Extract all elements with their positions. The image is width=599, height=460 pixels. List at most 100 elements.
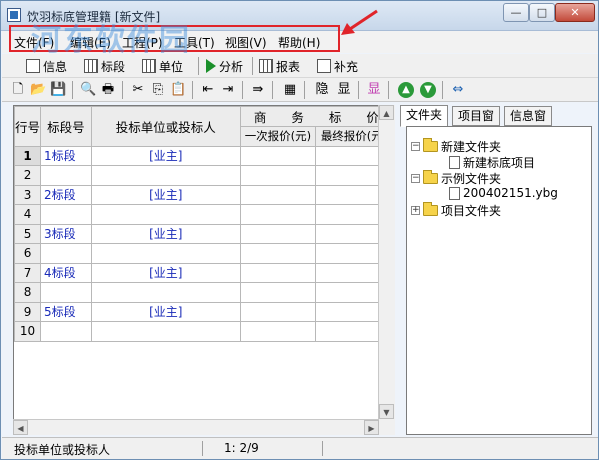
menu-project[interactable]: 工程(P) — [122, 34, 163, 51]
table-row[interactable]: 7 4标段 [业主] — [14, 262, 393, 283]
tree-item-new-project[interactable]: 新建标底项目 — [449, 154, 535, 171]
first-quote-cell[interactable] — [239, 243, 317, 264]
table-row[interactable]: 10 — [14, 321, 393, 342]
bidder-cell[interactable] — [90, 204, 241, 225]
segment-cell[interactable]: 5标段 — [40, 301, 92, 322]
menu-file[interactable]: 文件(F) — [14, 34, 54, 51]
first-quote-cell[interactable] — [239, 204, 317, 225]
table-row[interactable]: 1 1标段 [业主] — [14, 145, 393, 166]
bidder-cell[interactable] — [90, 243, 241, 264]
scroll-right-icon[interactable]: ▶ — [364, 420, 379, 435]
title-bar[interactable]: 饮羽标底管理籍 [新文件] — □ ✕ — [1, 1, 598, 31]
menu-help[interactable]: 帮助(H) — [278, 34, 320, 51]
horizontal-scrollbar[interactable]: ◀ ▶ — [13, 419, 379, 435]
status-divider — [202, 441, 203, 456]
segment-cell[interactable] — [40, 321, 92, 342]
save-icon[interactable]: 💾 — [50, 82, 66, 98]
segment-cell[interactable]: 1标段 — [40, 145, 92, 166]
show-button[interactable]: 显 — [336, 82, 352, 98]
first-quote-cell[interactable] — [239, 321, 317, 342]
menu-tools[interactable]: 工具(T) — [174, 34, 215, 51]
tree-folder-sample[interactable]: − 示例文件夹 — [411, 170, 501, 187]
analysis-label: 分析 — [219, 59, 244, 74]
tab-folders[interactable]: 文件夹 — [400, 105, 449, 127]
table-row[interactable]: 4 — [14, 204, 393, 225]
tree-folder-new[interactable]: − 新建文件夹 — [411, 138, 501, 155]
close-button[interactable]: ✕ — [555, 3, 595, 22]
first-quote-cell[interactable] — [239, 282, 317, 303]
maximize-button[interactable]: □ — [529, 3, 555, 22]
tree-item-sample-file[interactable]: 200402151.ybg — [449, 186, 558, 200]
cut-icon[interactable]: ✂ — [130, 82, 146, 98]
first-quote-cell[interactable] — [239, 145, 317, 166]
segment-cell[interactable] — [40, 243, 92, 264]
table-row[interactable]: 2 — [14, 165, 393, 186]
segment-cell[interactable] — [40, 282, 92, 303]
bidder-cell[interactable] — [90, 321, 241, 342]
hide-button[interactable]: 隐 — [314, 82, 330, 98]
show-all-button[interactable]: 显 — [366, 82, 382, 98]
paste-icon[interactable]: 📋 — [170, 82, 186, 98]
first-quote-cell[interactable] — [239, 184, 317, 205]
bidder-cell[interactable] — [90, 165, 241, 186]
table-row[interactable]: 6 — [14, 243, 393, 264]
report-button[interactable]: 报表 — [259, 57, 300, 75]
analysis-button[interactable]: 分析 — [206, 57, 243, 75]
segment-cell[interactable]: 3标段 — [40, 223, 92, 244]
expand-icon[interactable]: + — [411, 206, 420, 215]
menu-view[interactable]: 视图(V) — [225, 34, 267, 51]
scroll-up-icon[interactable]: ▲ — [379, 105, 394, 120]
swap-icon[interactable]: ⇔ — [450, 82, 466, 98]
print-icon[interactable]: 🖶 — [100, 82, 116, 98]
calculator-icon[interactable]: ▦ — [282, 82, 298, 98]
tree-folder-projects[interactable]: + 项目文件夹 — [411, 202, 501, 219]
bidder-cell[interactable] — [90, 282, 241, 303]
delete-row-icon[interactable]: ⇥ — [220, 82, 236, 98]
bidder-cell[interactable]: [业主] — [90, 184, 241, 205]
table-row[interactable]: 5 3标段 [业主] — [14, 223, 393, 244]
folder-icon — [423, 202, 438, 216]
tab-info[interactable]: 信息窗 — [504, 106, 553, 126]
open-folder-icon[interactable]: 📂 — [30, 82, 46, 98]
info-button[interactable]: 信息 — [26, 57, 67, 75]
scroll-left-icon[interactable]: ◀ — [13, 420, 28, 435]
first-quote-cell[interactable] — [239, 262, 317, 283]
menu-edit[interactable]: 编辑(E) — [70, 34, 111, 51]
report-label: 报表 — [276, 59, 301, 74]
down-arrow-icon[interactable]: ▼ — [420, 82, 436, 98]
edit-toolbar: 🗋 📂 💾 🔍 🖶 ✂ ⎘ 📋 ⇤ ⇥ ⇛ ▦ 隐 显 显 ▲ ▼ ⇔ — [2, 78, 598, 102]
table-row[interactable]: 3 2标段 [业主] — [14, 184, 393, 205]
collapse-icon[interactable]: − — [411, 174, 420, 183]
new-file-icon[interactable]: 🗋 — [10, 82, 26, 98]
bid-grid[interactable]: 行号 标段号 投标单位或投标人 商 务 标 价 一次报价(元) 最终报价(元) … — [13, 105, 394, 435]
table-row[interactable]: 9 5标段 [业主] — [14, 301, 393, 322]
minimize-button[interactable]: — — [503, 3, 529, 22]
segment-button[interactable]: 标段 — [84, 57, 125, 75]
unit-button[interactable]: 单位 — [142, 57, 183, 75]
first-quote-cell[interactable] — [239, 301, 317, 322]
first-quote-cell[interactable] — [239, 223, 317, 244]
folder-tree[interactable]: − 新建文件夹 新建标底项目 − 示例文件夹 200402151.ybg + 项… — [406, 126, 592, 435]
first-quote-cell[interactable] — [239, 165, 317, 186]
up-arrow-icon[interactable]: ▲ — [398, 82, 414, 98]
print-preview-icon[interactable]: 🔍 — [80, 82, 96, 98]
bidder-cell[interactable]: [业主] — [90, 262, 241, 283]
move-icon[interactable]: ⇛ — [250, 82, 266, 98]
bidder-cell[interactable]: [业主] — [90, 301, 241, 322]
segment-cell[interactable] — [40, 165, 92, 186]
tab-projects[interactable]: 项目窗 — [452, 106, 501, 126]
table-row[interactable]: 8 — [14, 282, 393, 303]
collapse-icon[interactable]: − — [411, 142, 420, 151]
segment-cell[interactable] — [40, 204, 92, 225]
copy-icon[interactable]: ⎘ — [150, 82, 166, 98]
scroll-down-icon[interactable]: ▼ — [379, 404, 394, 419]
toolbar-divider — [242, 81, 243, 99]
supplement-button[interactable]: 补充 — [317, 57, 358, 75]
insert-row-icon[interactable]: ⇤ — [200, 82, 216, 98]
segment-cell[interactable]: 2标段 — [40, 184, 92, 205]
vertical-scrollbar[interactable]: ▲ ▼ — [378, 105, 395, 435]
bidder-cell[interactable]: [业主] — [90, 223, 241, 244]
bidder-cell[interactable]: [业主] — [90, 145, 241, 166]
segment-icon — [84, 59, 98, 73]
segment-cell[interactable]: 4标段 — [40, 262, 92, 283]
